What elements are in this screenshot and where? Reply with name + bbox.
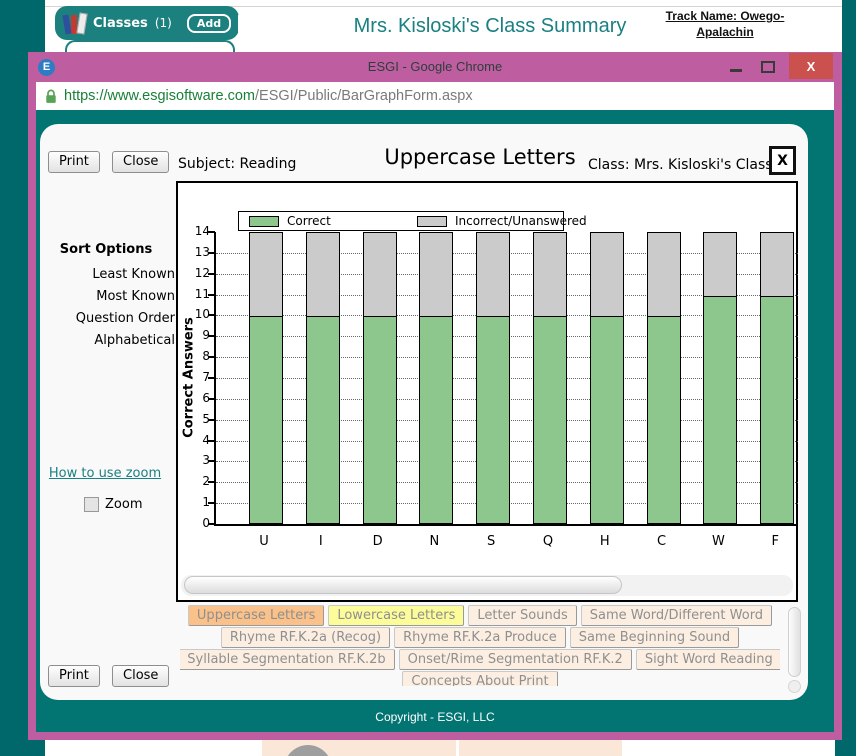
page-right-margin [842, 0, 856, 756]
x-label-s: S [487, 534, 496, 549]
y-tick-5: 5 [202, 411, 210, 426]
esgi-favicon: E [38, 59, 55, 76]
minimize-button[interactable] [723, 52, 749, 82]
maximize-button[interactable] [755, 52, 781, 82]
chart-legend: Correct Incorrect/Unanswered [238, 211, 587, 231]
x-label-d: D [372, 534, 383, 549]
y-tick-12: 12 [194, 265, 210, 280]
test-button-lowercase-letters[interactable]: Lowercase Letters [328, 605, 465, 626]
print-button[interactable]: Print [48, 151, 100, 173]
y-tick-6: 6 [202, 390, 210, 405]
test-button-onset-rime-segmentation-rf-k-2[interactable]: Onset/Rime Segmentation RF.K.2 [398, 649, 632, 670]
padlock-icon [46, 89, 56, 103]
x-label-n: N [429, 534, 440, 549]
print-button-bottom[interactable]: Print [48, 665, 100, 687]
class-summary-title: Mrs. Kisloski's Class Summary [353, 15, 627, 37]
report-close-x-button[interactable]: X [769, 146, 796, 175]
y-tick-3: 3 [202, 453, 210, 468]
panel-scrollbar-knob[interactable] [788, 680, 801, 693]
x-label-q: Q [542, 534, 554, 549]
chart-horizontal-scrollbar-thumb[interactable] [184, 576, 622, 594]
test-button-sight-word-reading[interactable]: Sight Word Reading [635, 649, 780, 670]
y-tick-13: 13 [194, 244, 210, 259]
y-tick-8: 8 [202, 349, 210, 364]
zoom-checkbox-label: Zoom [105, 497, 143, 512]
bar-q [533, 232, 567, 524]
y-tick-14: 14 [194, 224, 210, 238]
legend-label-correct: Correct [287, 214, 331, 228]
window-titlebar[interactable]: E ESGI - Google Chrome X [28, 52, 842, 82]
test-button-concepts-about-print[interactable]: Concepts About Print [402, 671, 558, 686]
duplicate-icon[interactable] [238, 13, 254, 33]
x-label-w: W [711, 534, 725, 549]
test-button-letter-sounds[interactable]: Letter Sounds [468, 605, 577, 626]
y-tick-9: 9 [202, 328, 210, 343]
bar-chart: Correct Incorrect/Unanswered Correct Ans… [176, 181, 798, 602]
y-tick-1: 1 [202, 495, 210, 510]
report-title: Uppercase Letters [384, 145, 576, 169]
window-content: Print Close Subject: Reading Uppercase L… [36, 110, 834, 732]
esgi-popup-window: E ESGI - Google Chrome X https://www.esg… [28, 52, 842, 740]
subject-label: Subject: Reading [178, 156, 297, 172]
test-button-same-beginning-sound[interactable]: Same Beginning Sound [569, 627, 740, 648]
window-title: ESGI - Google Chrome [367, 59, 503, 74]
x-label-i: I [318, 534, 323, 549]
background-page-header: Classes (1) Add Mrs. Kisloski's Class Su… [45, 0, 842, 54]
classes-tab-label: Classes [93, 15, 148, 31]
report-panel: Print Close Subject: Reading Uppercase L… [40, 124, 808, 700]
test-button-same-word-different-word[interactable]: Same Word/Different Word [580, 605, 773, 626]
y-tick-7: 7 [202, 370, 210, 384]
x-label-u: U [259, 534, 269, 549]
bar-w [703, 232, 738, 524]
bar-u [249, 232, 283, 524]
test-button-uppercase-letters[interactable]: Uppercase Letters [187, 605, 325, 626]
bar-i [305, 232, 340, 524]
y-tick-2: 2 [202, 474, 210, 489]
address-bar[interactable]: https://www.esgisoftware.com/ESGI/Public… [36, 82, 834, 110]
bar-c [646, 232, 681, 524]
background-page-bottom [0, 740, 856, 756]
close-button-bottom[interactable]: Close [112, 665, 170, 687]
url-text: https://www.esgisoftware.com/ESGI/Public… [64, 88, 473, 104]
y-tick-10: 10 [194, 307, 210, 322]
test-button-syllable-segmentation-rf-k-2b[interactable]: Syllable Segmentation RF.K.2b [180, 649, 395, 670]
plot-area [208, 231, 798, 526]
chart-horizontal-scrollbar[interactable] [181, 575, 793, 596]
x-label-h: H [599, 534, 610, 549]
bar-s [476, 232, 511, 524]
legend-swatch-incorrect [417, 215, 447, 227]
legend-label-incorrect: Incorrect/Unanswered [455, 214, 587, 228]
x-label-f: F [771, 534, 779, 549]
y-tick-11: 11 [194, 286, 210, 301]
y-tick-4: 4 [202, 432, 210, 447]
bar-n [419, 232, 454, 524]
books-icon [62, 12, 88, 35]
test-button-rhyme-rf-k-2a-recog[interactable]: Rhyme RF.K.2a (Recog) [220, 627, 391, 648]
panel-vertical-scrollbar-thumb[interactable] [788, 607, 801, 677]
y-tick-0: 0 [202, 516, 210, 530]
bar-f [760, 232, 795, 524]
bar-d [362, 232, 397, 524]
how-to-use-zoom-link[interactable]: How to use zoom [48, 466, 162, 481]
track-name-link[interactable]: Track Name: Owego- Apalachin [650, 9, 800, 40]
test-navigation: Uppercase Letters Lowercase Letters Letter… [180, 605, 780, 686]
window-close-button[interactable]: X [789, 53, 833, 79]
zoom-checkbox[interactable] [84, 497, 99, 512]
test-button-rhyme-rf-k-2a-produce[interactable]: Rhyme RF.K.2a Produce [394, 627, 566, 648]
close-button[interactable]: Close [112, 151, 170, 173]
classes-count: (1) [154, 16, 172, 30]
legend-swatch-correct [249, 215, 279, 227]
copyright-text: Copyright - ESGI, LLC [375, 710, 495, 724]
classes-tab[interactable]: Classes (1) Add [55, 6, 254, 40]
x-label-c: C [657, 534, 667, 549]
bar-h [589, 232, 624, 524]
class-name-label: Class: Mrs. Kisloski's Class [588, 157, 773, 173]
add-class-button[interactable]: Add [186, 13, 232, 33]
